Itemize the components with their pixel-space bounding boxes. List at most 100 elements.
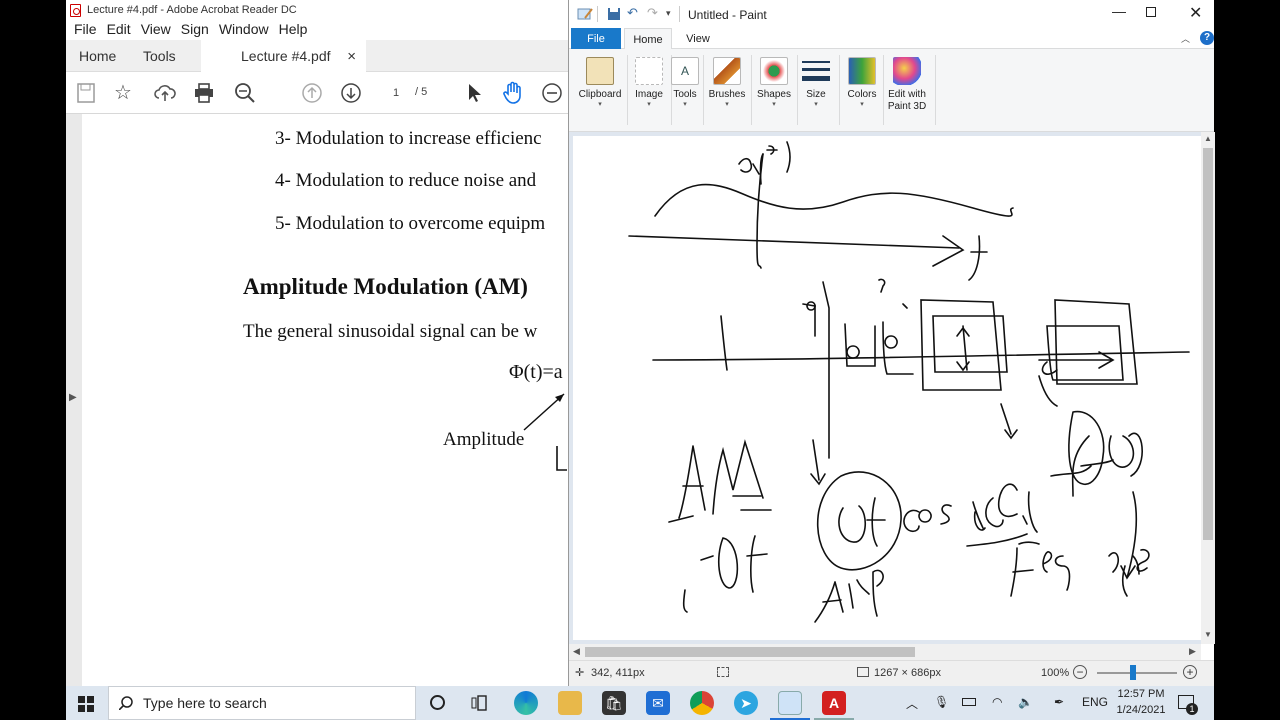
chrome-icon[interactable]: [690, 691, 714, 715]
language-indicator[interactable]: ENG: [1082, 695, 1108, 709]
scroll-right-icon[interactable]: ▶: [1189, 646, 1196, 657]
clipboard-icon: [586, 57, 614, 85]
horizontal-scroll-thumb[interactable]: [585, 647, 915, 657]
doc-formula: Φ(t)=a: [509, 361, 563, 383]
image-group[interactable]: Image ▾: [629, 54, 669, 126]
zoom-search-icon[interactable]: [234, 82, 256, 104]
expand-arrow-icon[interactable]: ▶: [69, 392, 77, 403]
canvas-viewport: [569, 132, 1215, 644]
tab-home-paint[interactable]: Home: [624, 28, 672, 50]
tab-close-icon[interactable]: ×: [347, 48, 356, 65]
tab-file[interactable]: File: [571, 28, 621, 49]
paint-ribbon: Clipboard ▾ Image ▾ A Tools ▾ Brushes ▾ Shap…: [569, 49, 1214, 132]
drawing-canvas[interactable]: [573, 136, 1201, 640]
page-up-icon[interactable]: [302, 83, 322, 103]
zoom-in-button[interactable]: +: [1183, 665, 1197, 679]
battery-icon[interactable]: [962, 698, 976, 706]
zoom-out-icon[interactable]: [542, 83, 562, 103]
doc-list-item-4: 4- Modulation to reduce noise and: [275, 170, 537, 191]
customize-qat-icon[interactable]: ▾: [666, 8, 671, 19]
quick-save-icon[interactable]: [607, 7, 621, 21]
file-explorer-icon[interactable]: [558, 691, 582, 715]
zoom-slider-handle[interactable]: [1130, 665, 1136, 680]
pen-icon[interactable]: ✒: [1054, 695, 1064, 709]
tools-group[interactable]: A Tools ▾: [669, 54, 701, 126]
taskbar-search-box[interactable]: Type here to search: [108, 686, 416, 720]
brushes-label: Brushes: [708, 89, 746, 100]
maximize-icon[interactable]: [1146, 7, 1156, 17]
clock-date[interactable]: 1/24/2021: [1114, 704, 1168, 716]
redo-icon[interactable]: ↷: [647, 5, 658, 21]
canvas-size-icon: [857, 667, 869, 677]
print-icon[interactable]: [194, 83, 214, 103]
undo-icon[interactable]: ↶: [627, 5, 638, 21]
bookmark-star-icon[interactable]: ☆: [114, 82, 132, 104]
windows-start-icon[interactable]: [78, 696, 94, 712]
tab-document[interactable]: Lecture #4.pdf ×: [201, 40, 366, 72]
acrobat-title: Lecture #4.pdf - Adobe Acrobat Reader DC: [87, 4, 297, 16]
minimize-icon[interactable]: —: [1112, 3, 1126, 19]
mail-icon[interactable]: ✉: [646, 691, 670, 715]
size-label: Size: [806, 89, 826, 100]
scroll-left-icon[interactable]: ◀: [573, 646, 580, 657]
tab-view[interactable]: View: [677, 28, 719, 49]
tab-tools[interactable]: Tools: [143, 40, 176, 72]
page-down-icon[interactable]: [341, 83, 361, 103]
edge-icon[interactable]: [514, 691, 538, 715]
pdf-app-icon: [70, 3, 81, 17]
colors-label: Colors: [847, 89, 877, 100]
brushes-group[interactable]: Brushes ▾: [705, 54, 749, 126]
zoom-out-button[interactable]: −: [1073, 665, 1087, 679]
wifi-icon[interactable]: ◠: [992, 695, 1002, 709]
menu-view[interactable]: View: [136, 20, 176, 40]
volume-icon[interactable]: 🔈: [1018, 695, 1033, 709]
brush-icon: [713, 57, 741, 85]
show-hidden-icons[interactable]: ︿: [906, 695, 918, 712]
tab-document-label: Lecture #4.pdf: [241, 48, 331, 64]
size-icon: [802, 61, 830, 81]
paint-taskbar-icon[interactable]: [778, 691, 802, 715]
vertical-scroll-thumb[interactable]: [1203, 148, 1213, 540]
task-view-icon[interactable]: [471, 695, 489, 711]
paint3d-group[interactable]: Edit with Paint 3D: [883, 54, 931, 126]
menu-edit[interactable]: Edit: [102, 20, 136, 40]
help-icon[interactable]: ?: [1200, 31, 1214, 45]
colors-icon: [848, 57, 876, 85]
shapes-group[interactable]: Shapes ▾: [755, 54, 793, 126]
search-icon: [119, 696, 133, 710]
page-number-input[interactable]: 1: [381, 83, 411, 103]
telegram-icon[interactable]: ➤: [734, 691, 758, 715]
menu-help[interactable]: Help: [274, 20, 313, 40]
store-icon[interactable]: 🛍: [602, 691, 626, 715]
shapes-icon: [760, 57, 788, 85]
cortana-icon[interactable]: [430, 695, 445, 710]
save-icon[interactable]: [77, 83, 95, 103]
vertical-scrollbar[interactable]: ▲ ▼: [1201, 132, 1215, 644]
tools-icon: A: [671, 57, 699, 85]
scroll-down-icon[interactable]: ▼: [1204, 630, 1212, 639]
left-panel-toggle[interactable]: ▶: [66, 114, 82, 686]
menu-sign[interactable]: Sign: [176, 20, 214, 40]
collapse-ribbon-icon[interactable]: ︿: [1181, 32, 1190, 45]
select-cursor-icon[interactable]: [466, 83, 482, 103]
tab-home[interactable]: Home: [79, 40, 116, 72]
zoom-slider[interactable]: [1097, 672, 1177, 674]
hand-tool-icon[interactable]: [502, 81, 524, 105]
upload-cloud-icon[interactable]: [154, 83, 176, 103]
selection-size-icon: [717, 667, 729, 677]
microphone-icon[interactable]: 🎙: [934, 695, 949, 709]
colors-group[interactable]: Colors ▾: [843, 54, 881, 126]
clipboard-group[interactable]: Clipboard ▾: [575, 54, 625, 126]
paint-app-icon: [577, 8, 593, 20]
size-group[interactable]: Size ▾: [799, 54, 833, 126]
clipboard-label: Clipboard: [578, 89, 622, 100]
acrobat-taskbar-icon[interactable]: A: [822, 691, 846, 715]
notification-count: 1: [1186, 703, 1198, 715]
doc-list-item-5: 5- Modulation to overcome equipm: [275, 213, 546, 234]
menu-window[interactable]: Window: [214, 20, 274, 40]
close-icon[interactable]: ✕: [1189, 3, 1202, 23]
scroll-up-icon[interactable]: ▲: [1204, 134, 1212, 143]
menu-file[interactable]: File: [69, 20, 102, 40]
clock-time[interactable]: 12:57 PM: [1116, 688, 1166, 700]
horizontal-scrollbar[interactable]: ◀ ▶: [569, 644, 1201, 660]
